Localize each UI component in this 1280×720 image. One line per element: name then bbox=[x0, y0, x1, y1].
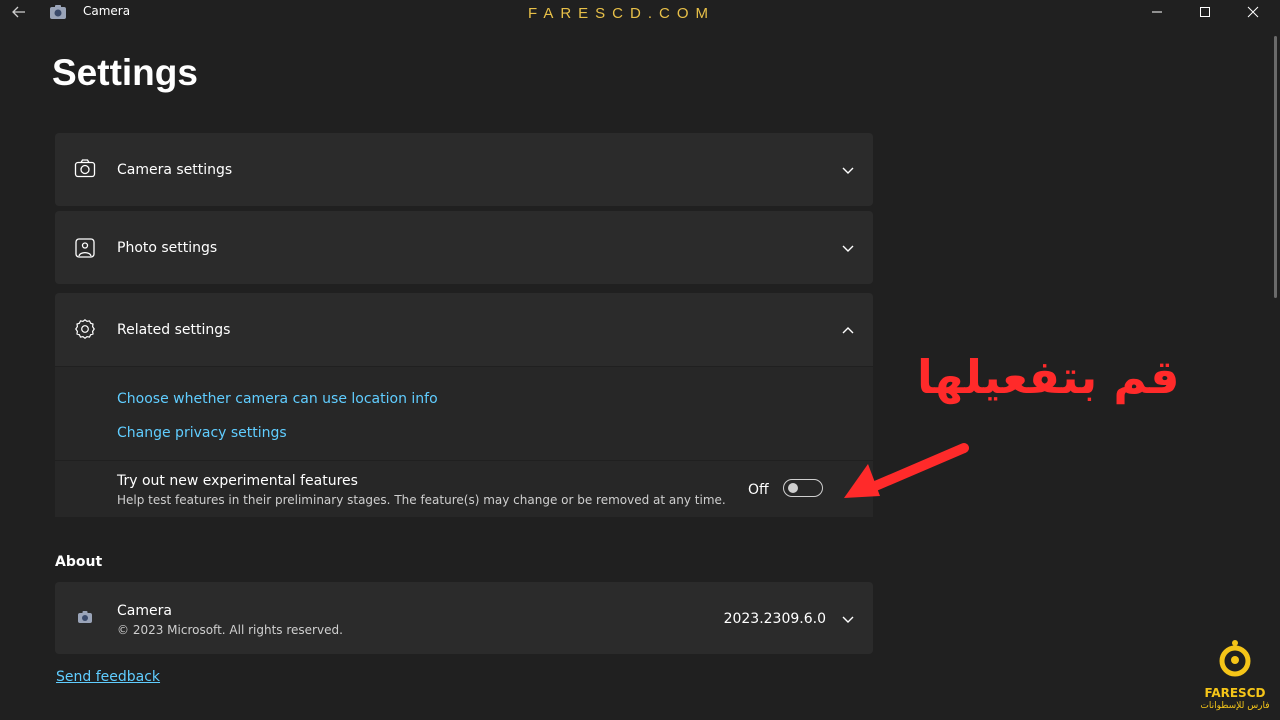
send-feedback-link[interactable]: Send feedback bbox=[56, 669, 160, 685]
photo-icon bbox=[74, 237, 96, 259]
about-app-name: Camera bbox=[117, 603, 172, 619]
camera-settings-label: Camera settings bbox=[117, 162, 233, 178]
logo-mark-icon bbox=[1216, 638, 1254, 678]
location-info-link[interactable]: Choose whether camera can use location i… bbox=[117, 391, 438, 407]
chevron-down-icon[interactable] bbox=[841, 162, 855, 176]
annotation-text: قم بتفعيلها bbox=[917, 350, 1180, 404]
camera-app-icon bbox=[75, 608, 95, 626]
experimental-features-row: Try out new experimental features Help t… bbox=[55, 461, 873, 517]
red-arrow-icon bbox=[838, 438, 973, 510]
farescd-logo: FARESCD فارس للإسطوانات bbox=[1196, 638, 1274, 714]
app-version: 2023.2309.6.0 bbox=[723, 611, 826, 627]
logo-name: FARESCD bbox=[1204, 686, 1266, 700]
scrollbar[interactable] bbox=[1274, 36, 1277, 298]
experimental-features-toggle[interactable] bbox=[783, 479, 823, 497]
camera-settings-row[interactable]: Camera settings bbox=[55, 133, 873, 206]
experimental-features-title: Try out new experimental features bbox=[117, 473, 358, 489]
toggle-knob bbox=[788, 483, 798, 493]
related-settings-label: Related settings bbox=[117, 322, 231, 338]
page-title: Settings bbox=[52, 52, 198, 93]
chevron-down-icon[interactable] bbox=[841, 240, 855, 254]
privacy-settings-link[interactable]: Change privacy settings bbox=[117, 425, 287, 441]
back-arrow-icon[interactable] bbox=[10, 3, 28, 21]
window-title: Camera bbox=[83, 4, 131, 18]
camera-app-icon bbox=[48, 3, 68, 21]
maximize-icon[interactable] bbox=[1182, 0, 1228, 24]
title-bar: Camera FARESCD.COM bbox=[0, 0, 1280, 24]
photo-settings-row[interactable]: Photo settings bbox=[55, 211, 873, 284]
close-icon[interactable] bbox=[1230, 0, 1276, 24]
about-row[interactable]: Camera © 2023 Microsoft. All rights rese… bbox=[55, 582, 873, 654]
camera-icon bbox=[74, 158, 96, 180]
watermark-text: FARESCD.COM bbox=[528, 5, 716, 22]
chevron-down-icon[interactable] bbox=[841, 611, 855, 625]
about-copyright: © 2023 Microsoft. All rights reserved. bbox=[117, 623, 343, 637]
toggle-state-label: Off bbox=[748, 482, 769, 498]
photo-settings-label: Photo settings bbox=[117, 240, 218, 256]
chevron-up-icon[interactable] bbox=[841, 322, 855, 336]
experimental-features-description: Help test features in their preliminary … bbox=[117, 493, 726, 507]
related-settings-panel bbox=[55, 367, 873, 460]
about-heading: About bbox=[55, 554, 103, 570]
gear-icon bbox=[74, 318, 96, 340]
minimize-icon[interactable] bbox=[1134, 0, 1180, 24]
related-settings-row[interactable]: Related settings bbox=[55, 293, 873, 366]
logo-subtitle: فارس للإسطوانات bbox=[1200, 701, 1270, 711]
